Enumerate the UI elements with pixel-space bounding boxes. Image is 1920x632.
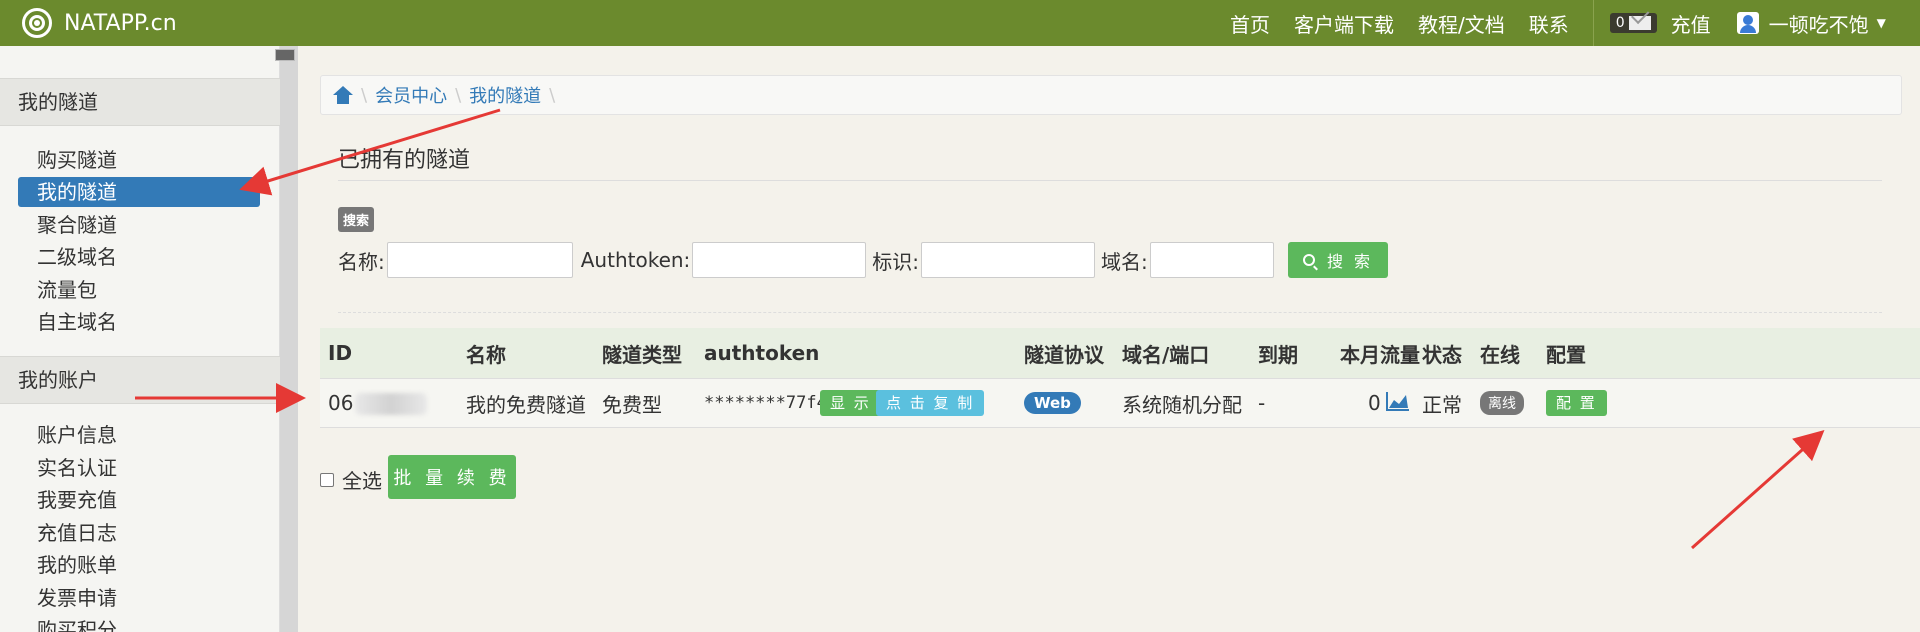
nav-divider	[1592, 0, 1594, 46]
sidebar-item-bills[interactable]: 我的账单	[18, 550, 260, 580]
nav-home[interactable]: 首页	[1230, 9, 1270, 38]
breadcrumb: \ 会员中心 \ 我的隧道 \	[320, 75, 1902, 115]
protocol-badge: Web	[1024, 392, 1081, 414]
user-name: 一顿吃不饱	[1768, 12, 1869, 37]
redacted-id	[355, 393, 428, 416]
nav-download[interactable]: 客户端下载	[1294, 9, 1394, 38]
col-type: 隧道类型	[602, 342, 682, 367]
home-icon[interactable]	[333, 86, 353, 104]
sidebar-item-custom-domain[interactable]: 自主域名	[18, 307, 260, 337]
breadcrumb-member-center[interactable]: 会员中心	[375, 82, 447, 108]
sidebar-item-traffic-pack[interactable]: 流量包	[18, 275, 260, 305]
copy-token-button[interactable]: 点 击 复 制	[876, 390, 985, 416]
col-domain: 域名/端口	[1122, 342, 1210, 367]
brand[interactable]: NATAPP.cn	[22, 0, 177, 46]
col-traffic: 本月流量	[1340, 342, 1420, 367]
domain-label: 域名:	[1101, 249, 1148, 274]
online-badge: 离线	[1480, 391, 1524, 415]
batch-renew-button[interactable]: 批 量 续 费	[388, 455, 516, 499]
nav-docs[interactable]: 教程/文档	[1418, 9, 1505, 38]
traffic-chart-icon[interactable]	[1386, 391, 1410, 416]
sidebar-item-subdomain[interactable]: 二级域名	[18, 242, 260, 272]
sidebar-item-aggregate-tunnel[interactable]: 聚合隧道	[18, 210, 260, 240]
search-button-label: 搜 索	[1326, 252, 1374, 271]
row-status: 正常	[1422, 392, 1462, 417]
sidebar-section-tunnels: 我的隧道	[0, 78, 280, 126]
sidebar-collapse-toggle[interactable]	[275, 49, 295, 61]
select-all-checkbox[interactable]	[320, 472, 334, 487]
sidebar-item-recharge-log[interactable]: 充值日志	[18, 518, 260, 548]
sidebar-item-account-info[interactable]: 账户信息	[18, 420, 260, 450]
sidebar-item-recharge[interactable]: 我要充值	[18, 485, 260, 515]
brand-name: NATAPP.cn	[64, 10, 177, 36]
sidebar-item-invoice[interactable]: 发票申请	[18, 583, 260, 613]
search-label: 搜索	[338, 207, 375, 232]
name-label: 名称:	[338, 249, 385, 274]
search-form: 名称: Authtoken: 标识: 域名:	[338, 242, 1274, 278]
col-authtoken: authtoken	[704, 341, 820, 365]
brand-logo-icon	[22, 8, 52, 38]
authtoken-input[interactable]	[692, 242, 867, 278]
divider	[338, 312, 1882, 313]
sidebar-item-buy-tunnel[interactable]: 购买隧道	[18, 145, 260, 175]
row-type: 免费型	[602, 392, 662, 417]
col-protocol: 隧道协议	[1024, 342, 1104, 367]
name-input[interactable]	[386, 242, 573, 278]
envelope-icon	[1628, 16, 1651, 30]
select-all-label: 全选	[342, 469, 382, 493]
sidebar-item-my-tunnels[interactable]: 我的隧道	[18, 177, 260, 207]
row-name: 我的免费隧道	[466, 392, 586, 417]
row-id: 06	[328, 390, 428, 416]
row-id-text: 06	[328, 390, 354, 415]
sidebar-scrollbar[interactable]	[280, 46, 298, 632]
sidebar-item-verification[interactable]: 实名认证	[18, 453, 260, 483]
table-row: 06 我的免费隧道 免费型 ********77f4 显 示 点 击 复 制 W…	[320, 378, 1920, 428]
main-nav: 首页 客户端下载 教程/文档 联系 0 充值 一顿吃不饱 ▼	[1230, 0, 1886, 46]
identifier-label: 标识:	[872, 249, 920, 274]
divider	[338, 180, 1882, 181]
user-icon	[1736, 12, 1759, 34]
domain-input[interactable]	[1149, 242, 1274, 278]
tunnel-table: ID 名称 隧道类型 authtoken 隧道协议 域名/端口 到期 本月流量 …	[320, 328, 1920, 428]
col-online: 在线	[1480, 342, 1520, 367]
col-config: 配置	[1546, 342, 1586, 367]
show-token-button[interactable]: 显 示	[820, 390, 881, 416]
authtoken-label: Authtoken:	[580, 248, 691, 272]
top-navbar: NATAPP.cn 首页 客户端下载 教程/文档 联系 0 充值 一顿吃不饱 ▼	[0, 0, 1920, 46]
col-expire: 到期	[1258, 342, 1298, 367]
caret-down-icon: ▼	[1876, 16, 1886, 30]
identifier-input[interactable]	[921, 242, 1096, 278]
sidebar-section-account: 我的账户	[0, 356, 280, 404]
row-expire: -	[1258, 391, 1266, 415]
nav-contact[interactable]: 联系	[1529, 9, 1569, 38]
breadcrumb-my-tunnels[interactable]: 我的隧道	[469, 82, 541, 108]
search-icon	[1302, 254, 1315, 266]
mail-badge[interactable]: 0	[1609, 13, 1657, 33]
search-button[interactable]: 搜 索	[1288, 242, 1388, 278]
config-button[interactable]: 配 置	[1546, 390, 1607, 416]
select-all[interactable]: 全选	[320, 465, 382, 494]
table-header: ID 名称 隧道类型 authtoken 隧道协议 域名/端口 到期 本月流量 …	[320, 328, 1920, 378]
sidebar-item-buy-points[interactable]: 购买积分	[18, 615, 260, 632]
row-domain: 系统随机分配	[1122, 392, 1242, 417]
page-title: 已拥有的隧道	[338, 148, 471, 173]
user-menu[interactable]: 一顿吃不饱 ▼	[1736, 9, 1886, 38]
row-traffic: 0	[1368, 391, 1381, 415]
row-authtoken: ********77f4	[704, 393, 827, 413]
main-content: \ 会员中心 \ 我的隧道 \ 已拥有的隧道 搜索 名称: Authtoken:…	[298, 46, 1920, 632]
col-status: 状态	[1422, 342, 1462, 367]
mail-count: 0	[1615, 15, 1625, 31]
nav-recharge[interactable]: 充值	[1671, 9, 1711, 38]
col-id: ID	[328, 341, 353, 365]
sidebar: 我的隧道 购买隧道 我的隧道 聚合隧道 二级域名 流量包 自主域名 我的账户 账…	[0, 46, 280, 632]
col-name: 名称	[466, 342, 506, 367]
